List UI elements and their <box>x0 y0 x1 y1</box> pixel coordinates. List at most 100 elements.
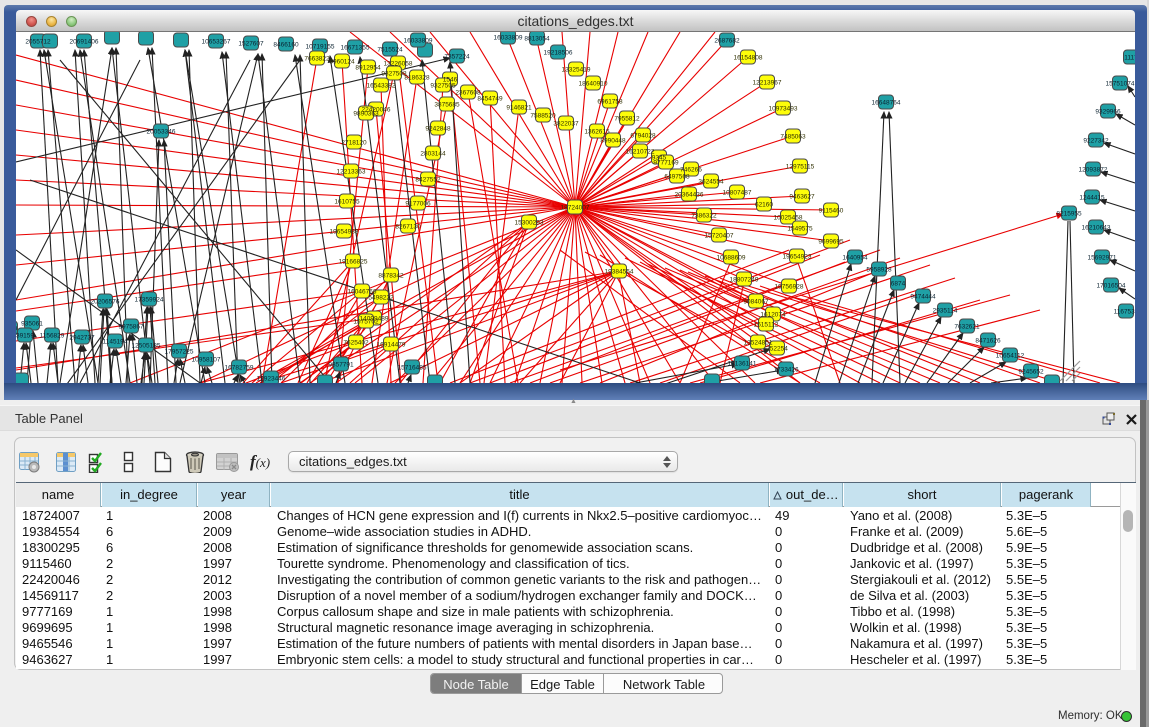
svg-text:12213967: 12213967 <box>753 80 782 87</box>
svg-text:9463627: 9463627 <box>789 194 815 201</box>
svg-text:9177006: 9177006 <box>405 201 431 208</box>
svg-text:9474444: 9474444 <box>910 294 936 301</box>
svg-text:7386322: 7386322 <box>691 213 717 220</box>
svg-text:15692971: 15692971 <box>1088 255 1117 262</box>
svg-text:7632621: 7632621 <box>954 324 980 331</box>
svg-text:10688609: 10688609 <box>717 255 746 262</box>
svg-text:9084067: 9084067 <box>743 299 769 306</box>
svg-text:12213363: 12213363 <box>337 169 366 176</box>
svg-text:15720407: 15720407 <box>705 233 734 240</box>
svg-text:8471626: 8471626 <box>975 338 1001 345</box>
svg-text:19654983: 19654983 <box>330 229 359 236</box>
svg-text:1733426: 1733426 <box>773 367 799 374</box>
svg-text:8466160: 8466160 <box>273 42 299 49</box>
svg-text:6874: 6874 <box>891 281 906 288</box>
svg-text:9329966: 9329966 <box>1095 109 1121 116</box>
svg-text:17016504: 17016504 <box>1097 283 1126 290</box>
svg-text:3822037: 3822037 <box>553 121 579 128</box>
svg-text:2055712: 2055712 <box>25 39 51 46</box>
svg-text:1612074: 1612074 <box>760 312 786 319</box>
svg-text:7515524: 7515524 <box>377 47 403 54</box>
svg-text:9327505: 9327505 <box>430 83 456 90</box>
svg-text:1156829: 1156829 <box>40 333 65 340</box>
svg-text:6961758: 6961758 <box>597 99 623 106</box>
svg-text:10807487: 10807487 <box>723 190 752 197</box>
svg-text:7625402: 7625402 <box>343 340 369 347</box>
svg-text:1117: 1117 <box>1124 55 1135 62</box>
svg-text:15716485: 15716485 <box>398 365 427 372</box>
svg-text:2942737: 2942737 <box>69 335 95 342</box>
svg-text:16033809: 16033809 <box>404 38 433 45</box>
svg-text:1167533: 1167533 <box>1114 309 1135 316</box>
svg-text:16210722: 16210722 <box>626 149 655 156</box>
svg-text:2687682: 2687682 <box>714 38 740 45</box>
svg-text:9327508: 9327508 <box>381 71 407 78</box>
svg-text:7485063: 7485063 <box>780 134 806 141</box>
svg-text:14136141: 14136141 <box>728 361 757 368</box>
svg-text:19756928: 19756928 <box>775 284 804 291</box>
svg-text:17957225: 17957225 <box>165 349 194 356</box>
svg-text:9890363: 9890363 <box>353 111 379 118</box>
svg-text:5958928: 5958928 <box>866 267 892 274</box>
svg-text:8454749: 8454749 <box>477 96 503 103</box>
svg-text:18640910: 18640910 <box>579 81 608 88</box>
svg-text:9227342: 9227342 <box>1083 138 1109 145</box>
svg-text:18724007: 18724007 <box>561 205 590 212</box>
svg-text:10654112: 10654112 <box>996 353 1025 360</box>
svg-text:8960124: 8960124 <box>329 59 355 66</box>
svg-text:7357224: 7357224 <box>444 54 470 61</box>
svg-text:16210643: 16210643 <box>1082 225 1111 232</box>
svg-text:12505185: 12505185 <box>132 343 161 350</box>
svg-text:20691406: 20691406 <box>70 39 99 46</box>
svg-text:1610755: 1610755 <box>334 199 360 206</box>
svg-text:15751074: 15751074 <box>1106 81 1135 88</box>
svg-text:8878342: 8878342 <box>378 273 404 280</box>
svg-text:8813054: 8813054 <box>524 36 550 43</box>
svg-text:19384554: 19384554 <box>605 269 634 276</box>
svg-text:8215955: 8215955 <box>1056 211 1082 218</box>
svg-text:16648764: 16648764 <box>872 100 901 107</box>
svg-text:1615112: 1615112 <box>754 322 779 329</box>
svg-text:7663822: 7663822 <box>304 56 330 63</box>
svg-text:8186328: 8186328 <box>404 75 430 82</box>
svg-text:17359924: 17359924 <box>135 297 164 304</box>
svg-text:19654923: 19654923 <box>783 254 812 261</box>
svg-text:2718120: 2718120 <box>341 140 367 147</box>
svg-text:9975867: 9975867 <box>118 324 144 331</box>
svg-text:8267130: 8267130 <box>395 224 421 231</box>
svg-text:9245652: 9245652 <box>1018 369 1044 376</box>
svg-text:16782759: 16782759 <box>225 365 254 372</box>
svg-text:13226058: 13226058 <box>384 61 413 68</box>
svg-text:16154808: 16154808 <box>734 55 763 62</box>
svg-text:20206576: 20206576 <box>91 299 120 306</box>
svg-text:1527607: 1527607 <box>238 41 264 48</box>
svg-text:5498222: 5498222 <box>368 295 394 302</box>
svg-text:10973493: 10973493 <box>769 106 798 113</box>
svg-text:9146821: 9146821 <box>506 105 532 112</box>
svg-text:1362615: 1362615 <box>584 129 610 136</box>
svg-text:12923446: 12923446 <box>257 376 286 383</box>
svg-text:1145194: 1145194 <box>103 339 128 346</box>
svg-text:1549575: 1549575 <box>787 226 813 233</box>
svg-text:13325419: 13325419 <box>562 67 591 74</box>
svg-text:9242848: 9242848 <box>425 126 451 133</box>
svg-text:10958107: 10958107 <box>192 357 221 364</box>
svg-text:2935114: 2935114 <box>933 308 958 315</box>
svg-text:10025458: 10025458 <box>774 215 803 222</box>
svg-text:9699695: 9699695 <box>818 239 844 246</box>
svg-text:20364436: 20364436 <box>675 192 704 199</box>
svg-text:2803144: 2803144 <box>420 151 446 158</box>
svg-text:16914479: 16914479 <box>377 342 406 349</box>
svg-text:39159: 39159 <box>16 333 34 340</box>
svg-text:3875685: 3875685 <box>434 102 460 109</box>
svg-text:6497568: 6497568 <box>664 174 690 181</box>
svg-text:16033809: 16033809 <box>494 35 523 42</box>
svg-text:16671355: 16671355 <box>341 45 370 52</box>
svg-text:252254: 252254 <box>766 346 788 353</box>
svg-text:9857791: 9857791 <box>328 362 354 369</box>
svg-text:18807249: 18807249 <box>730 277 759 284</box>
svg-text:10653267: 10653267 <box>202 39 231 46</box>
svg-text:935061: 935061 <box>21 321 43 328</box>
svg-text:8427552: 8427552 <box>415 177 441 184</box>
svg-text:8990448: 8990448 <box>600 138 626 145</box>
